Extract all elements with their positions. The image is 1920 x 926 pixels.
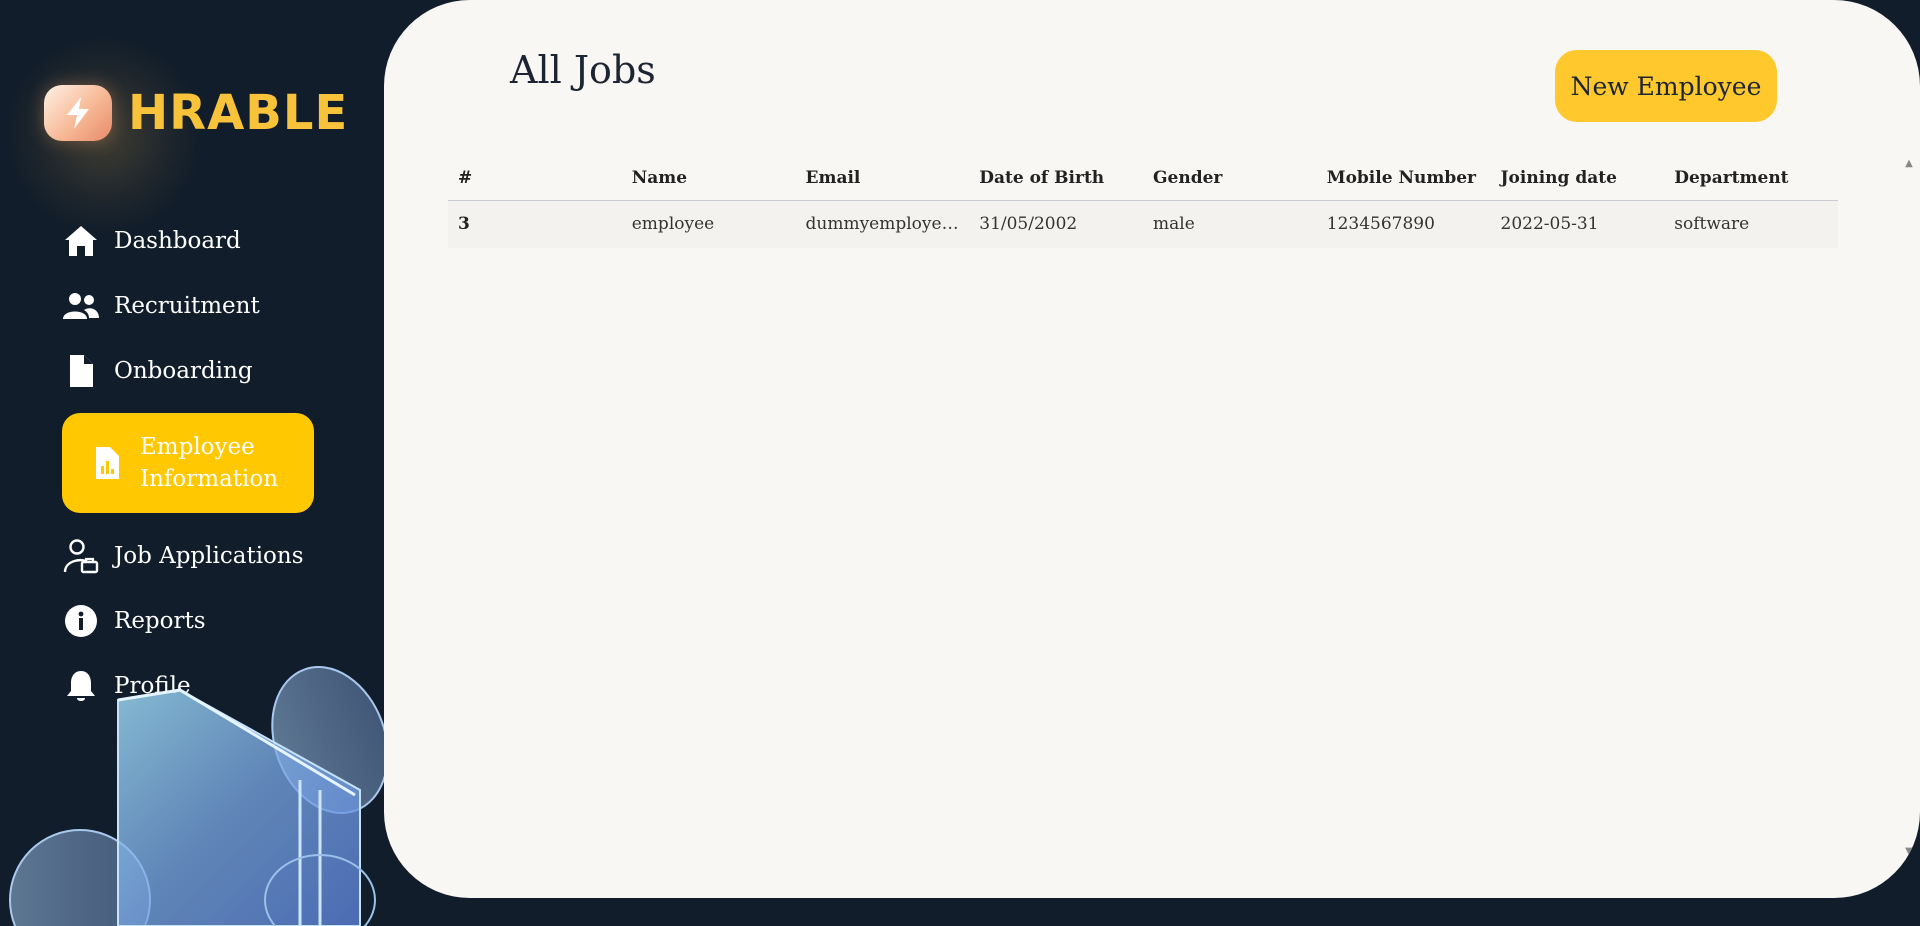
column-header[interactable]: Joining date bbox=[1490, 156, 1665, 201]
sidebar-item-profile[interactable]: Profile bbox=[62, 653, 314, 718]
lightning-icon bbox=[44, 85, 112, 141]
home-icon bbox=[62, 222, 100, 260]
brand-name: HRABLE bbox=[128, 85, 349, 141]
table-row[interactable]: 3 employee dummyemployee@gmail.com 31/05… bbox=[448, 200, 1838, 248]
scroll-down-arrow-icon[interactable]: ▼ bbox=[1903, 846, 1915, 858]
table-cell: 2022-05-31 bbox=[1500, 214, 1599, 235]
user-briefcase-icon bbox=[62, 537, 100, 575]
sidebar-item-label: Employee Information bbox=[140, 434, 279, 492]
column-header[interactable]: Name bbox=[621, 156, 796, 201]
sidebar-nav: Dashboard Recruitment Onboarding Employe… bbox=[62, 208, 314, 718]
sidebar-item-label: Onboarding bbox=[114, 357, 253, 384]
table-cell: male bbox=[1153, 214, 1195, 235]
brand-logo[interactable]: HRABLE bbox=[4, 35, 349, 235]
table-header-row: # Name Email Date of Birth Gender Mobile… bbox=[448, 156, 1838, 201]
sidebar-item-label: Dashboard bbox=[114, 227, 241, 254]
sidebar-item-reports[interactable]: Reports bbox=[62, 588, 314, 653]
column-header[interactable]: Email bbox=[795, 156, 970, 201]
file-icon bbox=[62, 352, 100, 390]
page-title: All Jobs bbox=[510, 48, 656, 92]
table-cell: 31/05/2002 bbox=[979, 214, 1078, 235]
sidebar-item-employee-information[interactable]: Employee Information bbox=[62, 413, 314, 513]
table-cell: software bbox=[1674, 214, 1750, 235]
column-header[interactable]: Gender bbox=[1143, 156, 1317, 201]
main-panel: All Jobs New Employee # Name Email Date … bbox=[384, 0, 1920, 898]
column-header[interactable]: Department bbox=[1664, 156, 1838, 201]
table-cell: employee bbox=[631, 214, 715, 235]
sidebar: HRABLE Dashboard Recruitment Onboarding bbox=[0, 0, 384, 926]
jobs-table: # Name Email Date of Birth Gender Mobile… bbox=[448, 156, 1838, 248]
column-header[interactable]: # bbox=[448, 156, 622, 201]
sidebar-item-job-applications[interactable]: Job Applications bbox=[62, 523, 314, 588]
sidebar-item-onboarding[interactable]: Onboarding bbox=[62, 338, 314, 403]
table-cell: dummyemployee@gmail.com bbox=[805, 214, 970, 235]
sidebar-item-recruitment[interactable]: Recruitment bbox=[62, 273, 314, 338]
column-header[interactable]: Mobile Number bbox=[1316, 156, 1491, 201]
sidebar-item-label: Recruitment bbox=[114, 292, 260, 319]
report-file-icon bbox=[88, 444, 126, 482]
table-cell: 1234567890 bbox=[1326, 214, 1435, 235]
info-icon bbox=[62, 602, 100, 640]
bell-icon bbox=[62, 667, 100, 705]
sidebar-item-dashboard[interactable]: Dashboard bbox=[62, 208, 314, 273]
sidebar-item-label: Reports bbox=[114, 607, 206, 634]
scroll-up-arrow-icon[interactable]: ▲ bbox=[1903, 158, 1915, 170]
sidebar-item-label: Profile bbox=[114, 672, 191, 699]
jobs-table-container: # Name Email Date of Birth Gender Mobile… bbox=[448, 156, 1838, 248]
table-cell: 3 bbox=[458, 214, 470, 235]
column-header[interactable]: Date of Birth bbox=[969, 156, 1143, 201]
new-employee-button[interactable]: New Employee bbox=[1555, 50, 1777, 122]
users-icon bbox=[62, 287, 100, 325]
app-root: HRABLE Dashboard Recruitment Onboarding bbox=[0, 0, 1920, 926]
sidebar-item-label: Job Applications bbox=[114, 542, 304, 569]
